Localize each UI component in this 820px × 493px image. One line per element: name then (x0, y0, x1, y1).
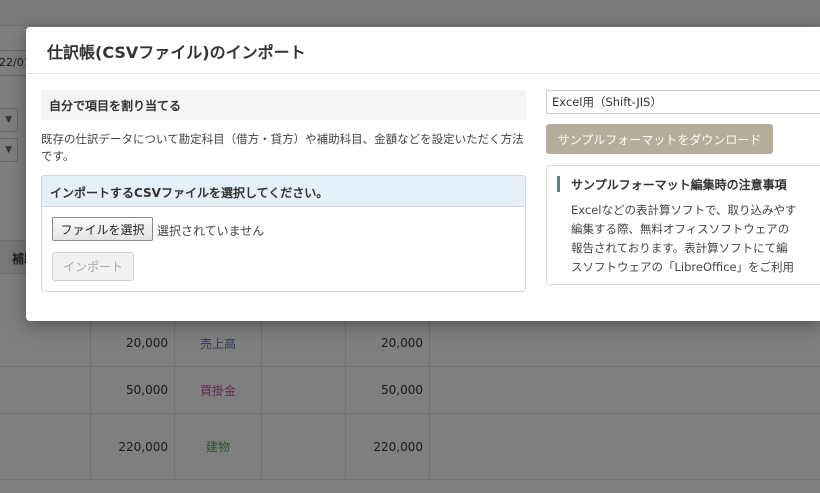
notes-line: Excelなどの表計算ソフトで、取り込みやす (571, 203, 797, 217)
file-select-panel-header: インポートするCSVファイルを選択してください。 (42, 176, 525, 207)
csv-import-dialog: 仕訳帳(CSVファイル)のインポート 自分で項目を割り当てる 既存の仕訳データに… (26, 27, 820, 321)
sample-format-notes: サンプルフォーマット編集時の注意事項 Excelなどの表計算ソフトで、取り込みや… (546, 165, 820, 285)
notes-accent-bar (557, 176, 560, 192)
manual-assign-title: 自分で項目を割り当てる (49, 99, 182, 113)
notes-line: 報告されております。表計算ソフトにて編 (571, 241, 788, 255)
choose-file-button[interactable]: ファイルを選択 (52, 217, 153, 241)
file-select-panel-title: インポートするCSVファイルを選択してください。 (50, 186, 329, 200)
notes-line: 編集する際、無料オフィスソフトウェアの (571, 222, 790, 236)
notes-title: サンプルフォーマット編集時の注意事項 (571, 178, 787, 192)
dialog-header: 仕訳帳(CSVファイル)のインポート (26, 27, 820, 74)
encoding-select[interactable]: Excel用（Shift-JIS） (546, 90, 820, 114)
notes-line: スソフトウェアの「LibreOffice」をご利用 (571, 260, 795, 274)
file-select-panel: インポートするCSVファイルを選択してください。 ファイルを選択 選択されていま… (41, 175, 526, 292)
import-button[interactable]: インポート (52, 252, 134, 281)
manual-assign-section: 自分で項目を割り当てる (41, 90, 526, 120)
dialog-title: 仕訳帳(CSVファイル)のインポート (47, 43, 306, 62)
notes-body: Excelなどの表計算ソフトで、取り込みやす 編集する際、無料オフィスソフトウェ… (571, 201, 820, 277)
no-file-selected-text: 選択されていません (157, 224, 265, 238)
download-sample-button[interactable]: サンプルフォーマットをダウンロード (546, 124, 773, 154)
manual-assign-description: 既存の仕訳データについて勘定科目（借方・貸方）や補助科目、金額などを設定いただく… (41, 132, 524, 163)
